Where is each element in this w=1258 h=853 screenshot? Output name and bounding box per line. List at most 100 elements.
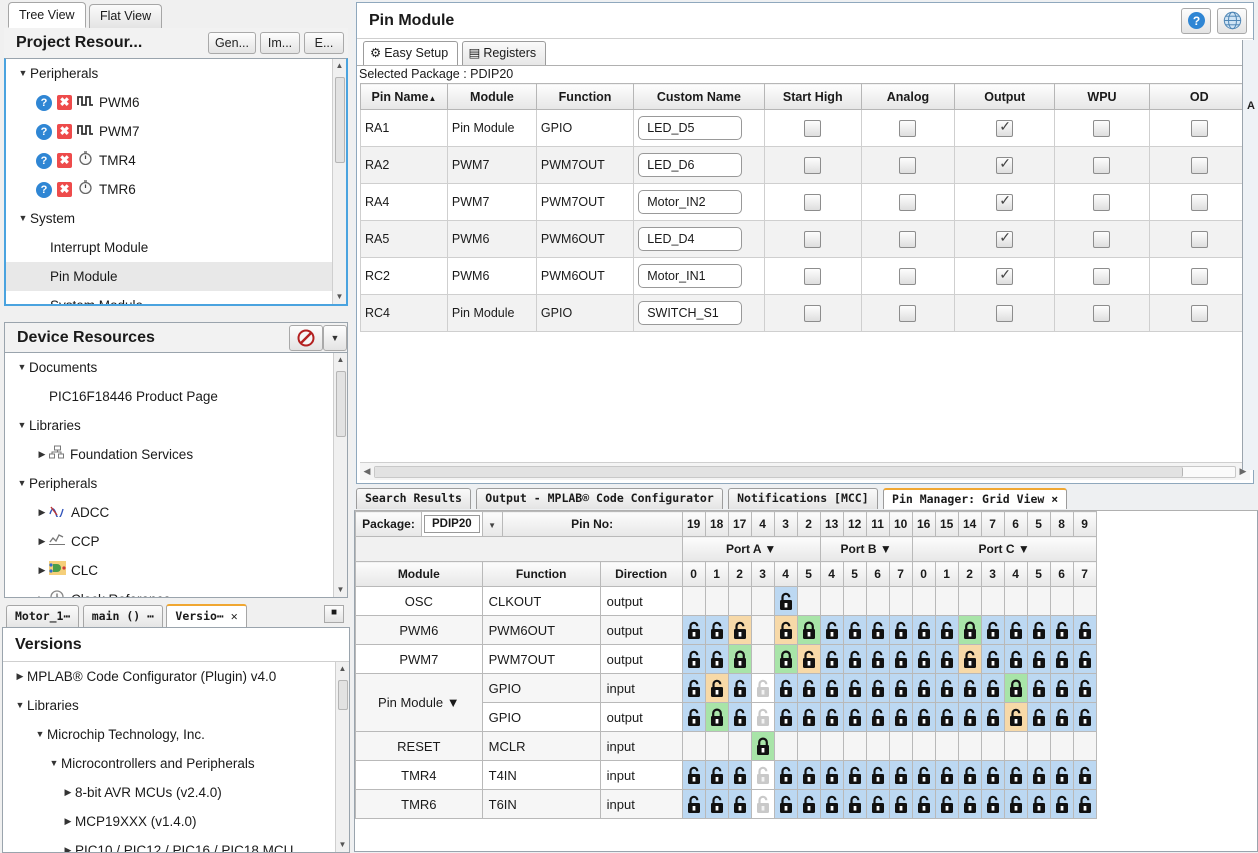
generate-button[interactable]: Gen... (207, 32, 256, 54)
pin-cell-available[interactable] (1026, 673, 1051, 703)
analog-checkbox[interactable] (899, 119, 917, 137)
output-checkbox[interactable] (996, 192, 1014, 211)
chevron-down-icon[interactable]: ▼ (13, 691, 27, 720)
port-c-header[interactable]: Port C ▼ (911, 536, 1097, 562)
custom-name-input[interactable]: Motor_IN2 (638, 190, 743, 214)
pin-cell-available[interactable] (1049, 702, 1074, 732)
help-button[interactable]: ? (1181, 7, 1211, 34)
wpu-checkbox[interactable] (1093, 304, 1111, 322)
tab-tree-view[interactable]: Tree View (8, 2, 86, 28)
pin-cell-disabled[interactable] (750, 789, 775, 819)
od-checkbox[interactable] (1190, 119, 1208, 137)
pin-cell-available[interactable] (796, 789, 821, 819)
help-icon[interactable]: ? (36, 152, 52, 169)
pin-cell-available[interactable] (681, 760, 706, 790)
output-checkbox[interactable] (996, 118, 1014, 137)
tree-item-clc[interactable]: ▶ CLC (5, 556, 347, 585)
pin-cell-available[interactable] (980, 789, 1005, 819)
scroll-down-icon[interactable]: ▼ (334, 583, 347, 597)
tree-item-pwm7[interactable]: ? ✖ PWM7 (6, 117, 346, 146)
pin-cell-available[interactable] (1072, 789, 1097, 819)
tab-registers[interactable]: ▤ Registers (461, 41, 547, 65)
pin-cell-disabled[interactable] (750, 673, 775, 703)
pin-cell-available[interactable] (796, 673, 821, 703)
pin-cell-available[interactable] (773, 760, 798, 790)
pin-cell-locked[interactable] (796, 615, 821, 645)
tree-item-system[interactable]: ▼ System (6, 204, 346, 233)
pin-cell-locked[interactable] (773, 644, 798, 674)
port-a-header[interactable]: Port A ▼ (681, 536, 821, 562)
pin-cell-locked[interactable] (704, 702, 729, 732)
tree-item-tmr6[interactable]: ? ✖ TMR6 (6, 175, 346, 204)
col-od[interactable]: OD (1148, 83, 1251, 110)
editor-tab-motor[interactable]: Motor_1⋯ (6, 605, 80, 628)
pin-cell-locked[interactable] (957, 615, 982, 645)
pin-cell-available[interactable] (934, 702, 959, 732)
pin-cell-available[interactable] (888, 644, 913, 674)
scroll-down-icon[interactable]: ▼ (333, 290, 346, 304)
pin-cell-available[interactable] (934, 615, 959, 645)
pin-cell-available[interactable] (934, 760, 959, 790)
wpu-checkbox[interactable] (1093, 193, 1111, 211)
pin-cell-available[interactable] (957, 760, 982, 790)
editor-tab-main[interactable]: main () ⋯ (82, 605, 164, 628)
pin-cell-disabled[interactable] (750, 702, 775, 732)
tree-item-libraries[interactable]: ▼ Libraries (5, 411, 347, 440)
output-checkbox[interactable] (996, 266, 1014, 285)
pin-cell-locked[interactable] (750, 731, 775, 761)
tree-item-product-page[interactable]: PIC16F18446 Product Page (5, 382, 347, 411)
wpu-checkbox[interactable] (1093, 267, 1111, 285)
od-checkbox[interactable] (1190, 193, 1208, 211)
pin-cell-available[interactable] (957, 789, 982, 819)
chevron-right-icon[interactable]: ▶ (35, 440, 49, 469)
pin-cell-available[interactable] (934, 789, 959, 819)
tab-search-results[interactable]: Search Results (356, 488, 471, 509)
chevron-down-icon[interactable]: ▼ (33, 720, 47, 749)
pin-cell-available[interactable] (819, 702, 844, 732)
help-icon[interactable]: ? (36, 94, 52, 111)
col-custom-name[interactable]: Custom Name (633, 83, 765, 110)
col-pin-name[interactable]: Pin Name▲ (360, 83, 448, 110)
editor-tab-versions[interactable]: Versio⋯ ✕ (166, 604, 247, 627)
tree-item-foundation-services[interactable]: ▶ Foundation Services (5, 440, 347, 469)
pin-cell-available[interactable] (1026, 702, 1051, 732)
project-tree-scrollbar[interactable]: ▲ ▼ (332, 59, 346, 304)
tree-item-peripherals[interactable]: ▼ Peripherals (6, 59, 346, 88)
pin-cell-available[interactable] (888, 615, 913, 645)
pin-cell-available[interactable] (1072, 702, 1097, 732)
pin-cell-available[interactable] (1026, 644, 1051, 674)
pin-cell-available[interactable] (1049, 644, 1074, 674)
pin-cell-available[interactable] (681, 789, 706, 819)
chevron-right-icon[interactable]: ▶ (35, 527, 49, 556)
wpu-checkbox[interactable] (1093, 230, 1111, 248)
scroll-left-icon[interactable]: ◀ (362, 466, 372, 477)
start-high-checkbox[interactable] (804, 304, 822, 322)
tree-item-peripherals[interactable]: ▼ Peripherals (5, 469, 347, 498)
tab-output[interactable]: Output - MPLAB® Code Configurator (476, 488, 723, 509)
pin-cell-available[interactable] (911, 673, 936, 703)
chevron-right-icon[interactable]: ▶ (35, 498, 49, 527)
pin-cell-available[interactable] (934, 673, 959, 703)
pin-cell-available[interactable] (727, 789, 752, 819)
remove-icon[interactable]: ✖ (57, 182, 72, 197)
export-button[interactable]: E... (304, 32, 344, 54)
analog-checkbox[interactable] (899, 230, 917, 248)
chevron-right-icon[interactable]: ▶ (61, 807, 75, 836)
col-module[interactable]: Module (446, 83, 537, 110)
pin-cell-available[interactable] (888, 760, 913, 790)
pin-cell-available[interactable] (704, 760, 729, 790)
pin-cell-available[interactable] (681, 702, 706, 732)
pin-cell-available[interactable] (865, 644, 890, 674)
tree-item-microchip[interactable]: ▼ Microchip Technology, Inc. (3, 720, 349, 749)
pin-cell-highlighted[interactable] (796, 644, 821, 674)
table-row[interactable]: RA4 PWM7 PWM7OUT Motor_IN2 (360, 183, 1251, 221)
pin-cell-available[interactable] (1072, 615, 1097, 645)
custom-name-input[interactable]: LED_D5 (638, 116, 743, 140)
pin-cell-available[interactable] (865, 673, 890, 703)
pin-cell-available[interactable] (1026, 615, 1051, 645)
pin-cell-highlighted[interactable] (773, 615, 798, 645)
pin-cell-available[interactable] (773, 789, 798, 819)
tree-item-ccp[interactable]: ▶ CCP (5, 527, 347, 556)
filter-block-icon[interactable] (289, 324, 323, 351)
custom-name-input[interactable]: LED_D6 (638, 153, 743, 177)
